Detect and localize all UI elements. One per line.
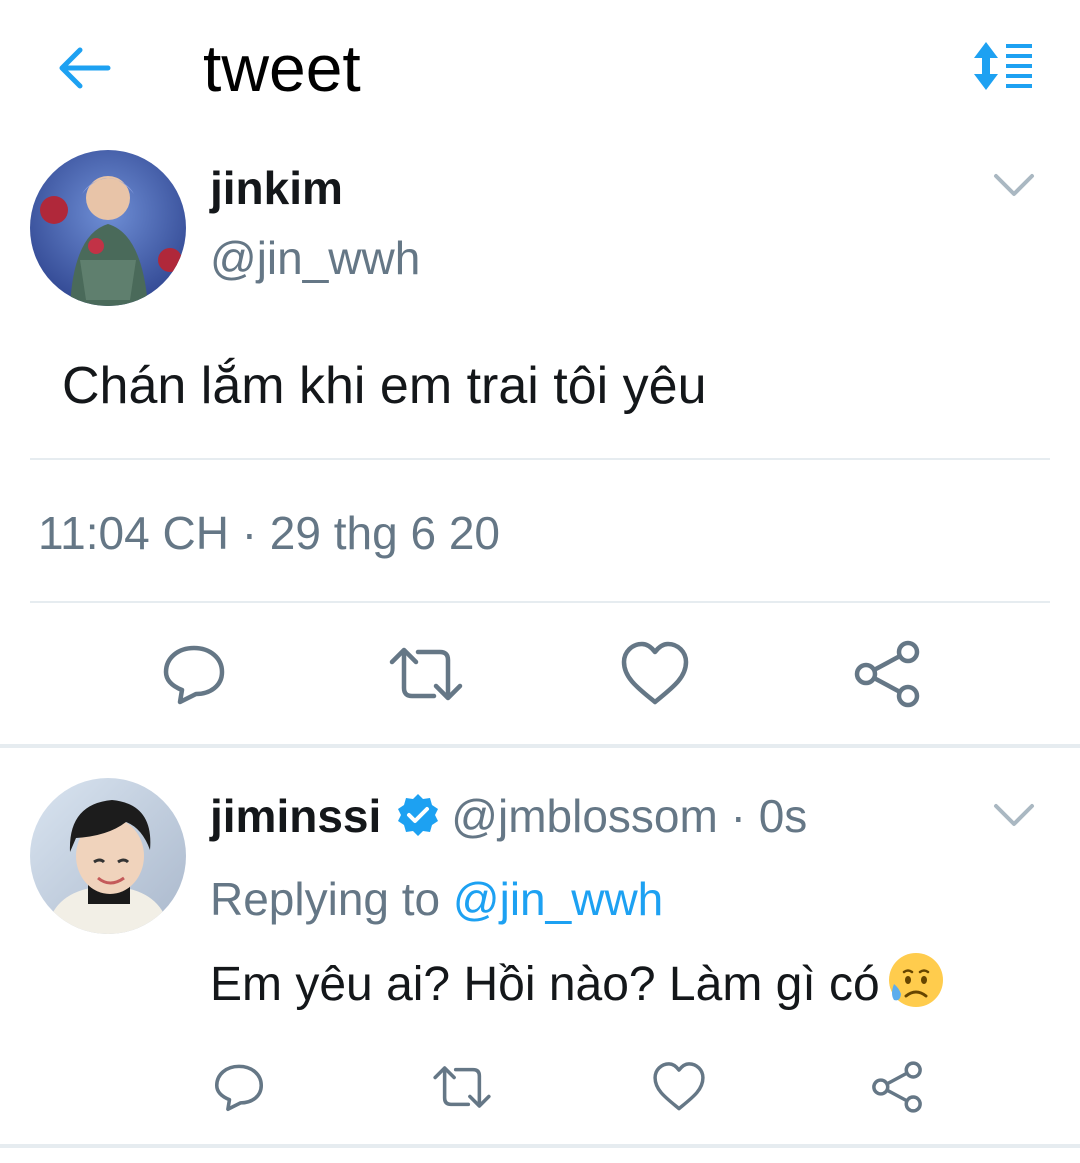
chevron-down-icon bbox=[994, 804, 1034, 826]
tweet-text: Em yêu ai? Hồi nào? Làm gì có bbox=[210, 958, 880, 1011]
reply-header: jiminssi @jmblossom · 0s bbox=[210, 786, 807, 846]
page-title: tweet bbox=[203, 31, 361, 105]
tweet-text: Chán lắm khi em trai tôi yêu bbox=[62, 357, 707, 415]
reply-tweet-text-row: Em yêu ai? Hồi nào? Làm gì có bbox=[210, 950, 946, 1017]
divider bbox=[0, 1144, 1080, 1148]
retweet-button[interactable] bbox=[388, 640, 464, 708]
back-button[interactable] bbox=[52, 40, 116, 96]
retweet-icon bbox=[389, 647, 463, 701]
reply-button[interactable] bbox=[212, 1060, 266, 1114]
avatar-photo bbox=[30, 778, 186, 934]
avatar[interactable] bbox=[30, 778, 186, 934]
share-icon bbox=[854, 640, 920, 708]
like-button[interactable] bbox=[620, 640, 690, 708]
reply-icon bbox=[214, 1064, 264, 1112]
arrow-left-icon bbox=[59, 47, 111, 89]
author-name[interactable]: jinkim bbox=[210, 160, 343, 216]
replying-to-label: Replying to bbox=[210, 873, 453, 925]
verified-badge-icon bbox=[395, 792, 441, 838]
reply-button[interactable] bbox=[160, 640, 228, 708]
tweet-menu-button[interactable] bbox=[990, 168, 1038, 204]
retweet-button[interactable] bbox=[432, 1060, 492, 1114]
like-icon bbox=[653, 1062, 705, 1111]
sort-button[interactable] bbox=[968, 40, 1034, 92]
author-handle[interactable]: @jin_wwh bbox=[210, 230, 420, 286]
chevron-down-icon bbox=[994, 174, 1034, 196]
section-separator bbox=[0, 744, 1080, 748]
divider bbox=[30, 601, 1050, 603]
sort-list-icon bbox=[974, 42, 1032, 90]
like-button[interactable] bbox=[652, 1060, 706, 1114]
avatar-photo bbox=[30, 150, 186, 306]
author-handle-time: @jmblossom · 0s bbox=[451, 790, 808, 842]
share-button[interactable] bbox=[870, 1060, 924, 1114]
replying-to: Replying to @jin_wwh bbox=[210, 870, 663, 928]
author-name[interactable]: jiminssi bbox=[210, 790, 381, 842]
like-icon bbox=[621, 641, 689, 705]
replying-to-handle-link[interactable]: @jin_wwh bbox=[453, 873, 663, 925]
avatar[interactable] bbox=[30, 150, 186, 306]
sad-but-relieved-face-emoji bbox=[886, 950, 946, 1010]
share-icon bbox=[872, 1061, 922, 1113]
retweet-icon bbox=[433, 1066, 491, 1108]
tweet-menu-button[interactable] bbox=[990, 798, 1038, 834]
reply-icon bbox=[163, 645, 225, 705]
share-button[interactable] bbox=[852, 640, 922, 708]
tweet-timestamp: 11:04 CH · 29 thg 6 20 bbox=[38, 507, 500, 559]
divider bbox=[30, 458, 1050, 460]
